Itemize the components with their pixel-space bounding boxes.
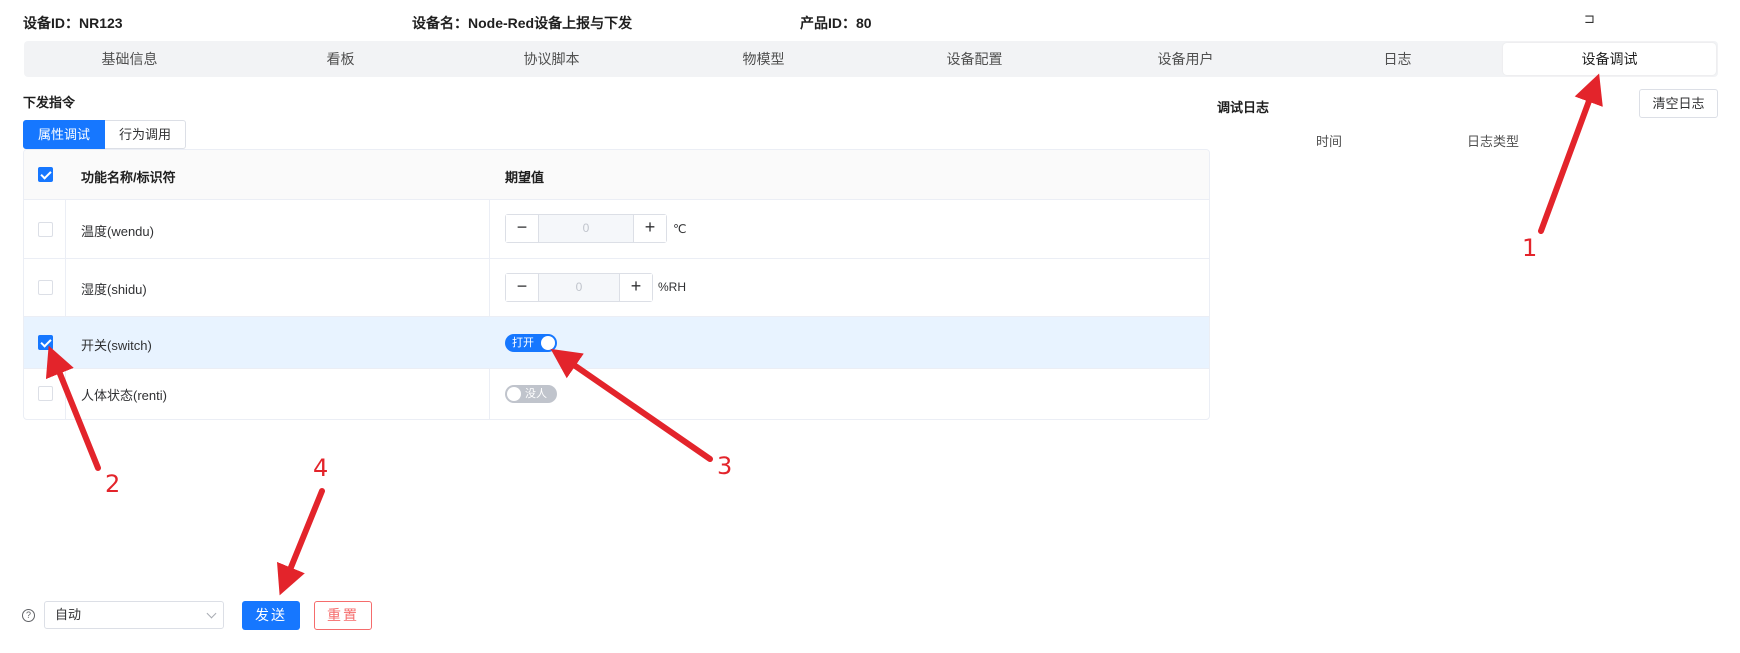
- log-column-type: 日志类型: [1467, 134, 1520, 149]
- tab-property-debug[interactable]: 属性调试: [23, 120, 106, 149]
- device-id-label: 设备ID：NR123: [23, 15, 123, 31]
- help-icon[interactable]: ?: [22, 609, 35, 622]
- property-name: 温度(wendu): [81, 224, 154, 239]
- column-header-value: 期望值: [505, 170, 545, 185]
- reset-button[interactable]: 重置: [314, 601, 372, 630]
- device-name-label: 设备名：Node-Red设备上报与下发: [412, 15, 633, 31]
- presence-toggle[interactable]: 没人: [505, 385, 557, 403]
- chevron-down-icon: [206, 608, 217, 619]
- table-header-row: 功能名称/标识符 期望值: [24, 150, 1209, 200]
- property-table: 功能名称/标识符 期望值 温度(wendu) − 0 + ℃ 湿度(shidu)…: [23, 149, 1210, 420]
- annotation-number-4: 4: [313, 454, 329, 482]
- select-all-checkbox[interactable]: [38, 167, 53, 182]
- send-mode-value: 自动: [55, 607, 82, 622]
- table-row-selected: 开关(switch) 打开: [24, 317, 1209, 369]
- humidity-input[interactable]: 0: [539, 274, 619, 301]
- annotation-number-1: 1: [1522, 234, 1538, 262]
- clear-log-button[interactable]: 清空日志: [1639, 89, 1718, 118]
- tab-device-users[interactable]: 设备用户: [1080, 41, 1291, 77]
- unit-label: ℃: [673, 222, 687, 236]
- table-row: 人体状态(renti) 没人: [24, 369, 1209, 419]
- annotation-number-3: 3: [717, 452, 733, 480]
- tab-dashboard[interactable]: 看板: [235, 41, 446, 77]
- increment-button[interactable]: +: [633, 215, 666, 242]
- switch-knob: [507, 387, 521, 401]
- tab-protocol-script[interactable]: 协议脚本: [446, 41, 657, 77]
- increment-button[interactable]: +: [619, 274, 652, 301]
- switch-label: 没人: [525, 388, 547, 400]
- decrement-button[interactable]: −: [506, 274, 539, 301]
- column-header-name: 功能名称/标识符: [81, 170, 176, 185]
- device-tabs: 基础信息 看板 协议脚本 物模型 设备配置 设备用户 日志 设备调试: [24, 41, 1718, 77]
- log-column-time: 时间: [1316, 134, 1343, 149]
- annotation-arrow-1: [1538, 73, 1603, 234]
- product-id-label: 产品ID：80: [800, 15, 872, 31]
- row-checkbox[interactable]: [38, 280, 53, 295]
- tab-basic-info[interactable]: 基础信息: [24, 41, 235, 77]
- decrement-button[interactable]: −: [506, 215, 539, 242]
- tab-device-config[interactable]: 设备配置: [869, 41, 1080, 77]
- command-section-title: 下发指令: [23, 95, 76, 110]
- tab-thing-model[interactable]: 物模型: [658, 41, 869, 77]
- tab-logs[interactable]: 日志: [1292, 41, 1503, 77]
- row-checkbox[interactable]: [38, 222, 53, 237]
- device-info-bar: 设备ID：NR123 设备名：Node-Red设备上报与下发 产品ID：80 ⊐: [0, 0, 1740, 44]
- humidity-stepper: − 0 +: [505, 273, 653, 302]
- switch-knob: [541, 336, 555, 350]
- temperature-stepper: − 0 +: [505, 214, 667, 243]
- property-name: 开关(switch): [81, 338, 152, 353]
- row-checkbox[interactable]: [38, 386, 53, 401]
- exit-icon[interactable]: ⊐: [1584, 11, 1595, 27]
- property-name: 湿度(shidu): [81, 282, 147, 297]
- debug-log-title: 调试日志: [1217, 100, 1270, 115]
- tab-device-debug[interactable]: 设备调试: [1503, 43, 1716, 75]
- send-button[interactable]: 发送: [242, 601, 300, 630]
- switch-toggle[interactable]: 打开: [505, 334, 557, 352]
- unit-label: %RH: [658, 280, 687, 294]
- row-checkbox[interactable]: [38, 335, 53, 350]
- mode-tabs: 属性调试 行为调用: [23, 120, 187, 149]
- temperature-input[interactable]: 0: [539, 215, 633, 242]
- annotation-number-2: 2: [105, 470, 121, 498]
- send-mode-select[interactable]: 自动: [44, 601, 224, 629]
- table-row: 温度(wendu) − 0 + ℃: [24, 200, 1209, 259]
- switch-label: 打开: [512, 337, 534, 349]
- property-name: 人体状态(renti): [81, 388, 167, 403]
- table-row: 湿度(shidu) − 0 + %RH: [24, 259, 1209, 317]
- annotation-arrow-4: [277, 488, 325, 596]
- tab-action-call[interactable]: 行为调用: [105, 120, 187, 149]
